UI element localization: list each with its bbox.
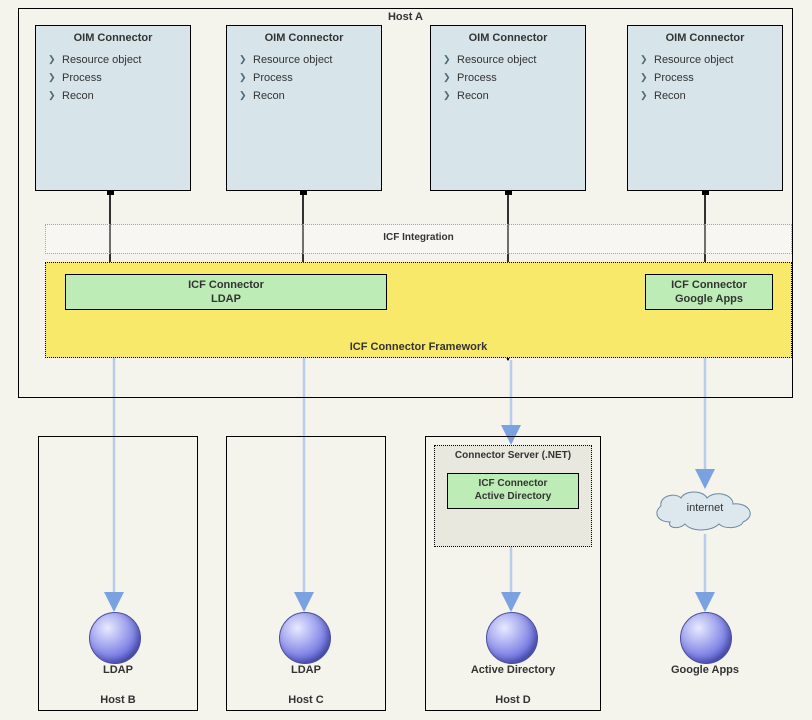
oim-list: Resource object Process Recon	[36, 48, 190, 109]
oim-list: Resource object Process Recon	[628, 48, 782, 109]
oim-connector-3: OIM Connector Resource object Process Re…	[430, 25, 586, 191]
host-a-label: Host A	[19, 11, 792, 23]
oim-item: Recon	[237, 88, 371, 106]
host-d-label: Host D	[426, 694, 600, 706]
oim-connector-2: OIM Connector Resource object Process Re…	[226, 25, 382, 191]
icf-connector-google: ICF Connector Google Apps	[645, 274, 773, 310]
ad-label: Active Directory	[425, 664, 601, 676]
icf-connector-ad: ICF Connector Active Directory	[447, 473, 579, 509]
oim-item: Resource object	[441, 52, 575, 70]
icf-ad-line2: Active Directory	[450, 491, 576, 504]
oim-connector-1: OIM Connector Resource object Process Re…	[35, 25, 191, 191]
internet-cloud: internet	[645, 488, 765, 534]
connector-server-label: Connector Server (.NET)	[435, 446, 591, 461]
oim-connector-4: OIM Connector Resource object Process Re…	[627, 25, 783, 191]
google-sphere	[680, 612, 732, 664]
cloud-label: internet	[645, 502, 765, 514]
icf-framework-label: ICF Connector Framework	[46, 341, 791, 353]
oim-title: OIM Connector	[227, 26, 381, 48]
oim-item: Recon	[638, 88, 772, 106]
oim-item: Process	[46, 70, 180, 88]
icf-ldap-line2: LDAP	[68, 293, 384, 307]
host-c-label: Host C	[227, 694, 385, 706]
ldap-sphere-c	[279, 612, 331, 664]
oim-item: Process	[638, 70, 772, 88]
oim-item: Recon	[441, 88, 575, 106]
oim-list: Resource object Process Recon	[431, 48, 585, 109]
ldap-sphere-b	[89, 612, 141, 664]
icf-integration-label: ICF Integration	[46, 225, 791, 243]
ldap-label-b: LDAP	[38, 664, 198, 676]
icf-ad-line1: ICF Connector	[450, 478, 576, 491]
oim-item: Resource object	[237, 52, 371, 70]
oim-item: Resource object	[46, 52, 180, 70]
icf-ldap-line1: ICF Connector	[68, 279, 384, 293]
diagram-canvas: Host A OIM Connector Resource object Pro…	[0, 0, 812, 720]
ad-sphere	[486, 612, 538, 664]
oim-item: Resource object	[638, 52, 772, 70]
oim-title: OIM Connector	[628, 26, 782, 48]
oim-title: OIM Connector	[431, 26, 585, 48]
oim-item: Process	[237, 70, 371, 88]
oim-list: Resource object Process Recon	[227, 48, 381, 109]
icf-google-line1: ICF Connector	[648, 279, 770, 293]
icf-connector-ldap: ICF Connector LDAP	[65, 274, 387, 310]
icf-google-line2: Google Apps	[648, 293, 770, 307]
icf-integration-box: ICF Integration	[45, 224, 792, 254]
oim-title: OIM Connector	[36, 26, 190, 48]
google-label: Google Apps	[640, 664, 770, 676]
oim-item: Process	[441, 70, 575, 88]
ldap-label-c: LDAP	[226, 664, 386, 676]
oim-item: Recon	[46, 88, 180, 106]
host-b-label: Host B	[39, 694, 197, 706]
